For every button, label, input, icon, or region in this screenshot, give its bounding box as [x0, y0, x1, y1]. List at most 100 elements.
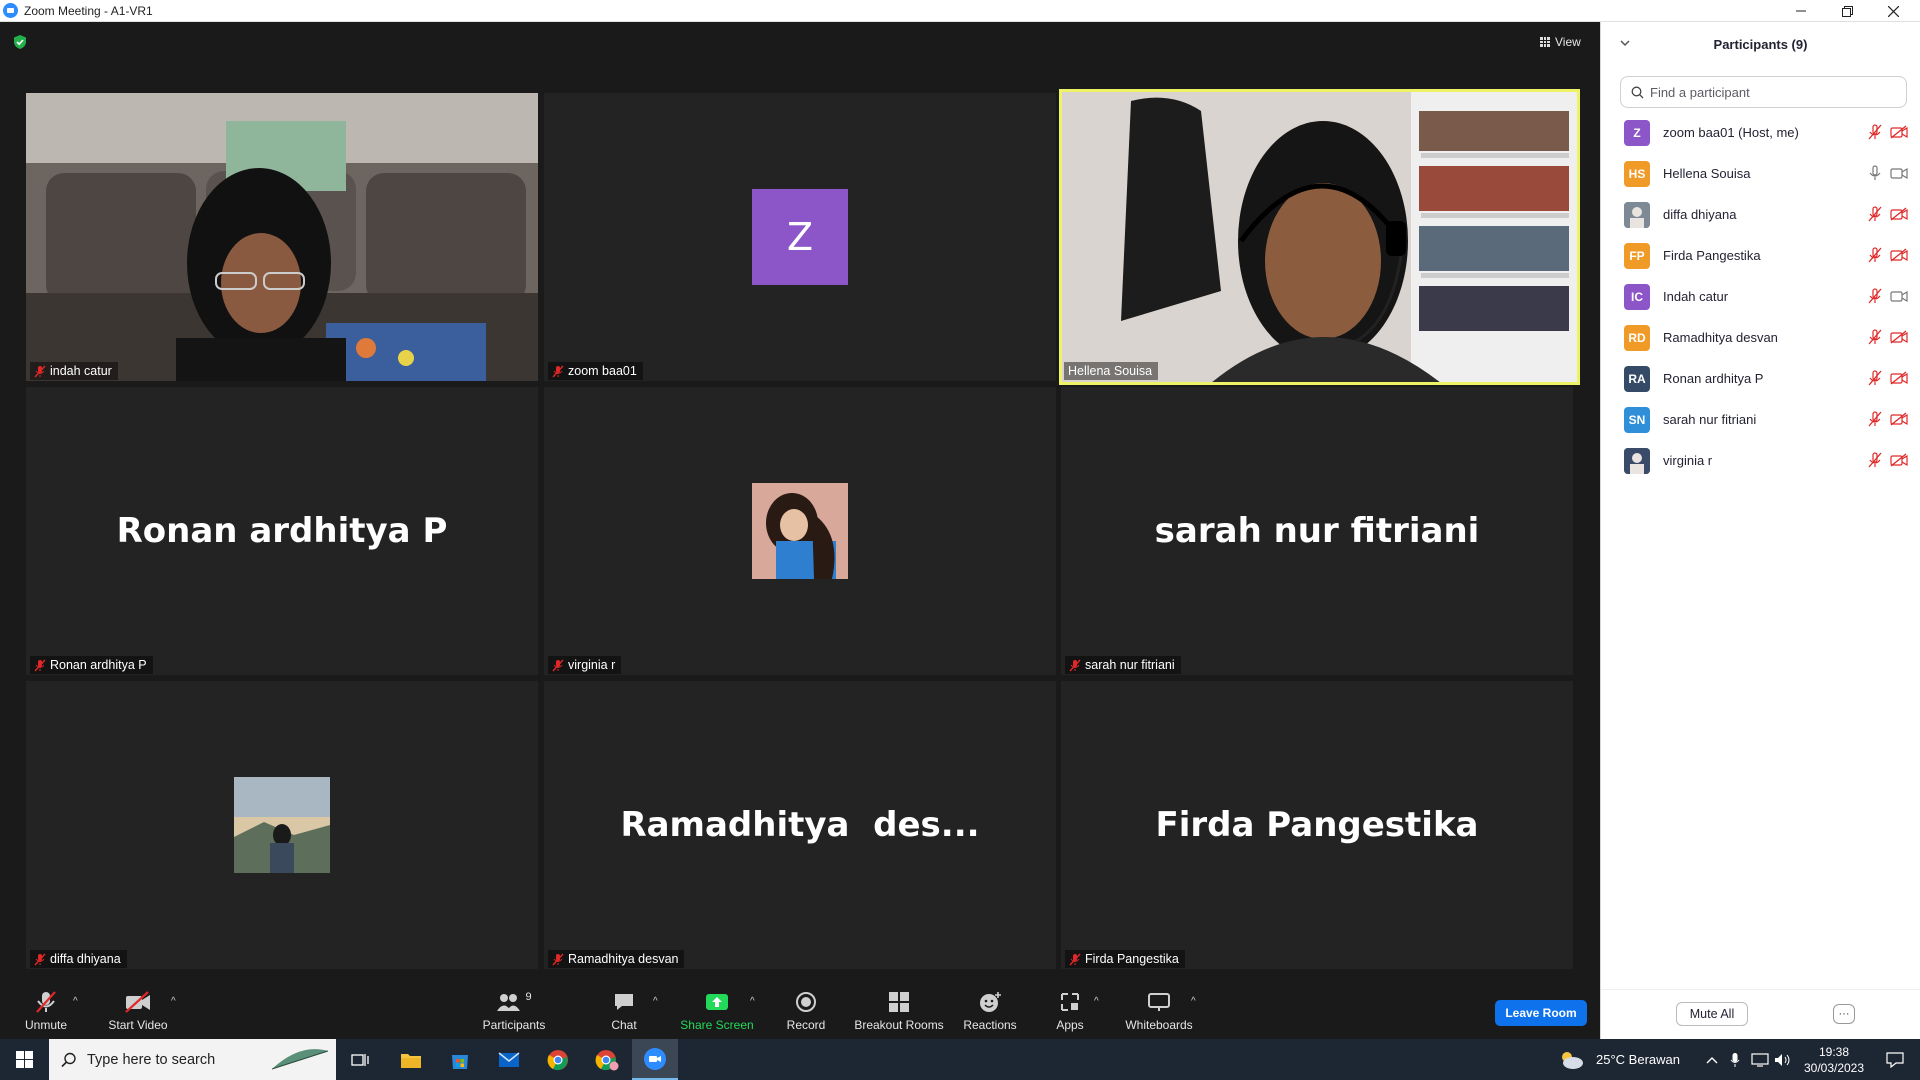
participant-row[interactable]: FP Firda Pangestika — [1601, 235, 1920, 276]
participant-search[interactable] — [1620, 76, 1907, 108]
video-tile[interactable]: sarah nur fitriani sarah nur fitriani — [1061, 387, 1573, 675]
whiteboards-button[interactable]: Whiteboards — [1124, 986, 1194, 1039]
unmute-button[interactable]: Unmute — [20, 986, 72, 1039]
participant-name: Hellena Souisa — [1068, 364, 1153, 378]
participant-display-name: sarah nur fitriani — [1154, 511, 1480, 551]
apps-button[interactable]: Apps — [1054, 986, 1086, 1039]
share-screen-button[interactable]: Share Screen — [680, 986, 754, 1039]
leave-room-button[interactable]: Leave Room — [1495, 1000, 1587, 1026]
video-tile[interactable]: virginia r — [544, 387, 1056, 675]
video-icon[interactable] — [1890, 166, 1908, 185]
chevron-down-icon[interactable] — [1619, 37, 1631, 49]
video-tile-active-speaker[interactable]: Hellena Souisa — [1059, 89, 1580, 385]
microphone-tray-icon[interactable] — [1727, 1039, 1743, 1080]
video-tile[interactable]: Z zoom baa01 — [544, 93, 1056, 381]
participant-row[interactable]: RA Ronan ardhitya P — [1601, 358, 1920, 399]
mic-muted-icon[interactable] — [1868, 206, 1882, 227]
participant-row[interactable]: Zzoom baa01 (Host, me) — [1601, 112, 1920, 153]
participant-row[interactable]: virginia r — [1601, 440, 1920, 481]
notification-icon[interactable] — [1878, 1039, 1912, 1080]
chrome-icon[interactable] — [541, 1039, 575, 1080]
windows-start-icon[interactable] — [0, 1039, 48, 1080]
minimize-icon[interactable] — [1778, 0, 1824, 22]
mic-icon[interactable] — [1868, 165, 1882, 186]
participant-name: virginia r — [568, 658, 616, 672]
mic-muted-icon[interactable] — [1868, 329, 1882, 350]
participant-label: indah catur — [30, 362, 118, 380]
apps-options-caret-icon[interactable]: ^ — [1094, 996, 1099, 1007]
chat-options-caret-icon[interactable]: ^ — [653, 996, 658, 1007]
mic-muted-icon — [34, 365, 46, 377]
video-off-icon[interactable] — [1890, 453, 1908, 472]
video-tile[interactable]: Ronan ardhitya P Ronan ardhitya P — [26, 387, 538, 675]
breakout-rooms-label: Breakout Rooms — [854, 1018, 944, 1032]
weather-icon[interactable] — [1557, 1039, 1585, 1080]
clock-time: 19:38 — [1818, 1044, 1850, 1059]
view-button[interactable]: View — [1534, 32, 1587, 52]
file-explorer-icon[interactable] — [394, 1039, 428, 1080]
participant-name: Ronan ardhitya P — [1663, 371, 1764, 386]
network-icon[interactable] — [1750, 1039, 1770, 1080]
mic-muted-icon — [34, 659, 46, 671]
shield-icon[interactable] — [12, 34, 28, 50]
mic-muted-icon — [552, 365, 564, 377]
chrome-profile-icon[interactable] — [590, 1039, 624, 1080]
participant-status-icons — [1868, 124, 1908, 145]
search-input[interactable] — [1650, 84, 1870, 100]
participant-name: sarah nur fitriani — [1663, 412, 1757, 427]
participant-name: Firda Pangestika — [1663, 248, 1761, 263]
taskbar-search-box[interactable]: Type here to search — [49, 1039, 336, 1080]
zoom-taskbar-icon[interactable] — [632, 1039, 678, 1080]
participant-avatar: Z — [1624, 119, 1650, 146]
whiteboard-options-caret-icon[interactable]: ^ — [1191, 996, 1196, 1007]
video-tile[interactable]: indah catur — [26, 93, 538, 381]
video-tile[interactable]: Firda Pangestika Firda Pangestika — [1061, 681, 1573, 969]
participants-button[interactable]: 9 Participants — [479, 986, 549, 1039]
mute-all-button[interactable]: Mute All — [1676, 1002, 1748, 1026]
audio-options-caret-icon[interactable]: ^ — [73, 996, 78, 1007]
participant-avatar: FP — [1624, 242, 1650, 269]
volume-icon[interactable] — [1773, 1039, 1793, 1080]
more-options-button[interactable]: ··· — [1833, 1004, 1855, 1024]
chat-button[interactable]: Chat — [603, 986, 645, 1039]
mic-muted-icon[interactable] — [1868, 288, 1882, 309]
reactions-button[interactable]: Reactions — [962, 986, 1018, 1039]
share-options-caret-icon[interactable]: ^ — [750, 996, 755, 1007]
mic-muted-icon — [34, 953, 46, 965]
mic-muted-icon[interactable] — [1868, 370, 1882, 391]
video-icon[interactable] — [1890, 289, 1908, 308]
mic-muted-icon[interactable] — [1868, 411, 1882, 432]
mic-muted-icon[interactable] — [1868, 247, 1882, 268]
record-button[interactable]: Record — [783, 986, 829, 1039]
clock[interactable]: 19:38 30/03/2023 — [1797, 1039, 1871, 1080]
share-screen-label: Share Screen — [680, 1018, 754, 1032]
video-off-icon[interactable] — [1890, 330, 1908, 349]
microsoft-store-icon[interactable] — [443, 1039, 477, 1080]
video-off-icon[interactable] — [1890, 371, 1908, 390]
video-options-caret-icon[interactable]: ^ — [171, 996, 176, 1007]
participant-row[interactable]: diffa dhiyana — [1601, 194, 1920, 235]
mic-muted-icon[interactable] — [1868, 124, 1882, 145]
video-tile[interactable]: diffa dhiyana — [26, 681, 538, 969]
mail-icon[interactable] — [492, 1039, 526, 1080]
close-icon[interactable] — [1870, 0, 1916, 22]
breakout-rooms-button[interactable]: Breakout Rooms — [853, 986, 945, 1039]
video-tile[interactable]: Ramadhitya des... Ramadhitya desvan — [544, 681, 1056, 969]
mic-muted-icon[interactable] — [1868, 452, 1882, 473]
participant-row[interactable]: RD Ramadhitya desvan — [1601, 317, 1920, 358]
video-off-icon[interactable] — [1890, 412, 1908, 431]
participant-name: zoom baa01 (Host, me) — [1663, 125, 1799, 140]
video-off-icon[interactable] — [1890, 248, 1908, 267]
video-off-icon[interactable] — [1890, 125, 1908, 144]
restore-icon[interactable] — [1824, 0, 1870, 22]
task-view-icon[interactable] — [346, 1039, 374, 1080]
video-off-icon[interactable] — [1890, 207, 1908, 226]
participant-row[interactable]: HS Hellena Souisa — [1601, 153, 1920, 194]
weather-text[interactable]: 25°C Berawan — [1590, 1039, 1686, 1080]
chevron-up-icon[interactable] — [1703, 1039, 1721, 1080]
start-video-button[interactable]: Start Video — [105, 986, 171, 1039]
whiteboard-icon — [1148, 993, 1170, 1011]
taskbar-search-placeholder: Type here to search — [87, 1051, 216, 1068]
participant-row[interactable]: SN sarah nur fitriani — [1601, 399, 1920, 440]
participant-row[interactable]: IC Indah catur — [1601, 276, 1920, 317]
